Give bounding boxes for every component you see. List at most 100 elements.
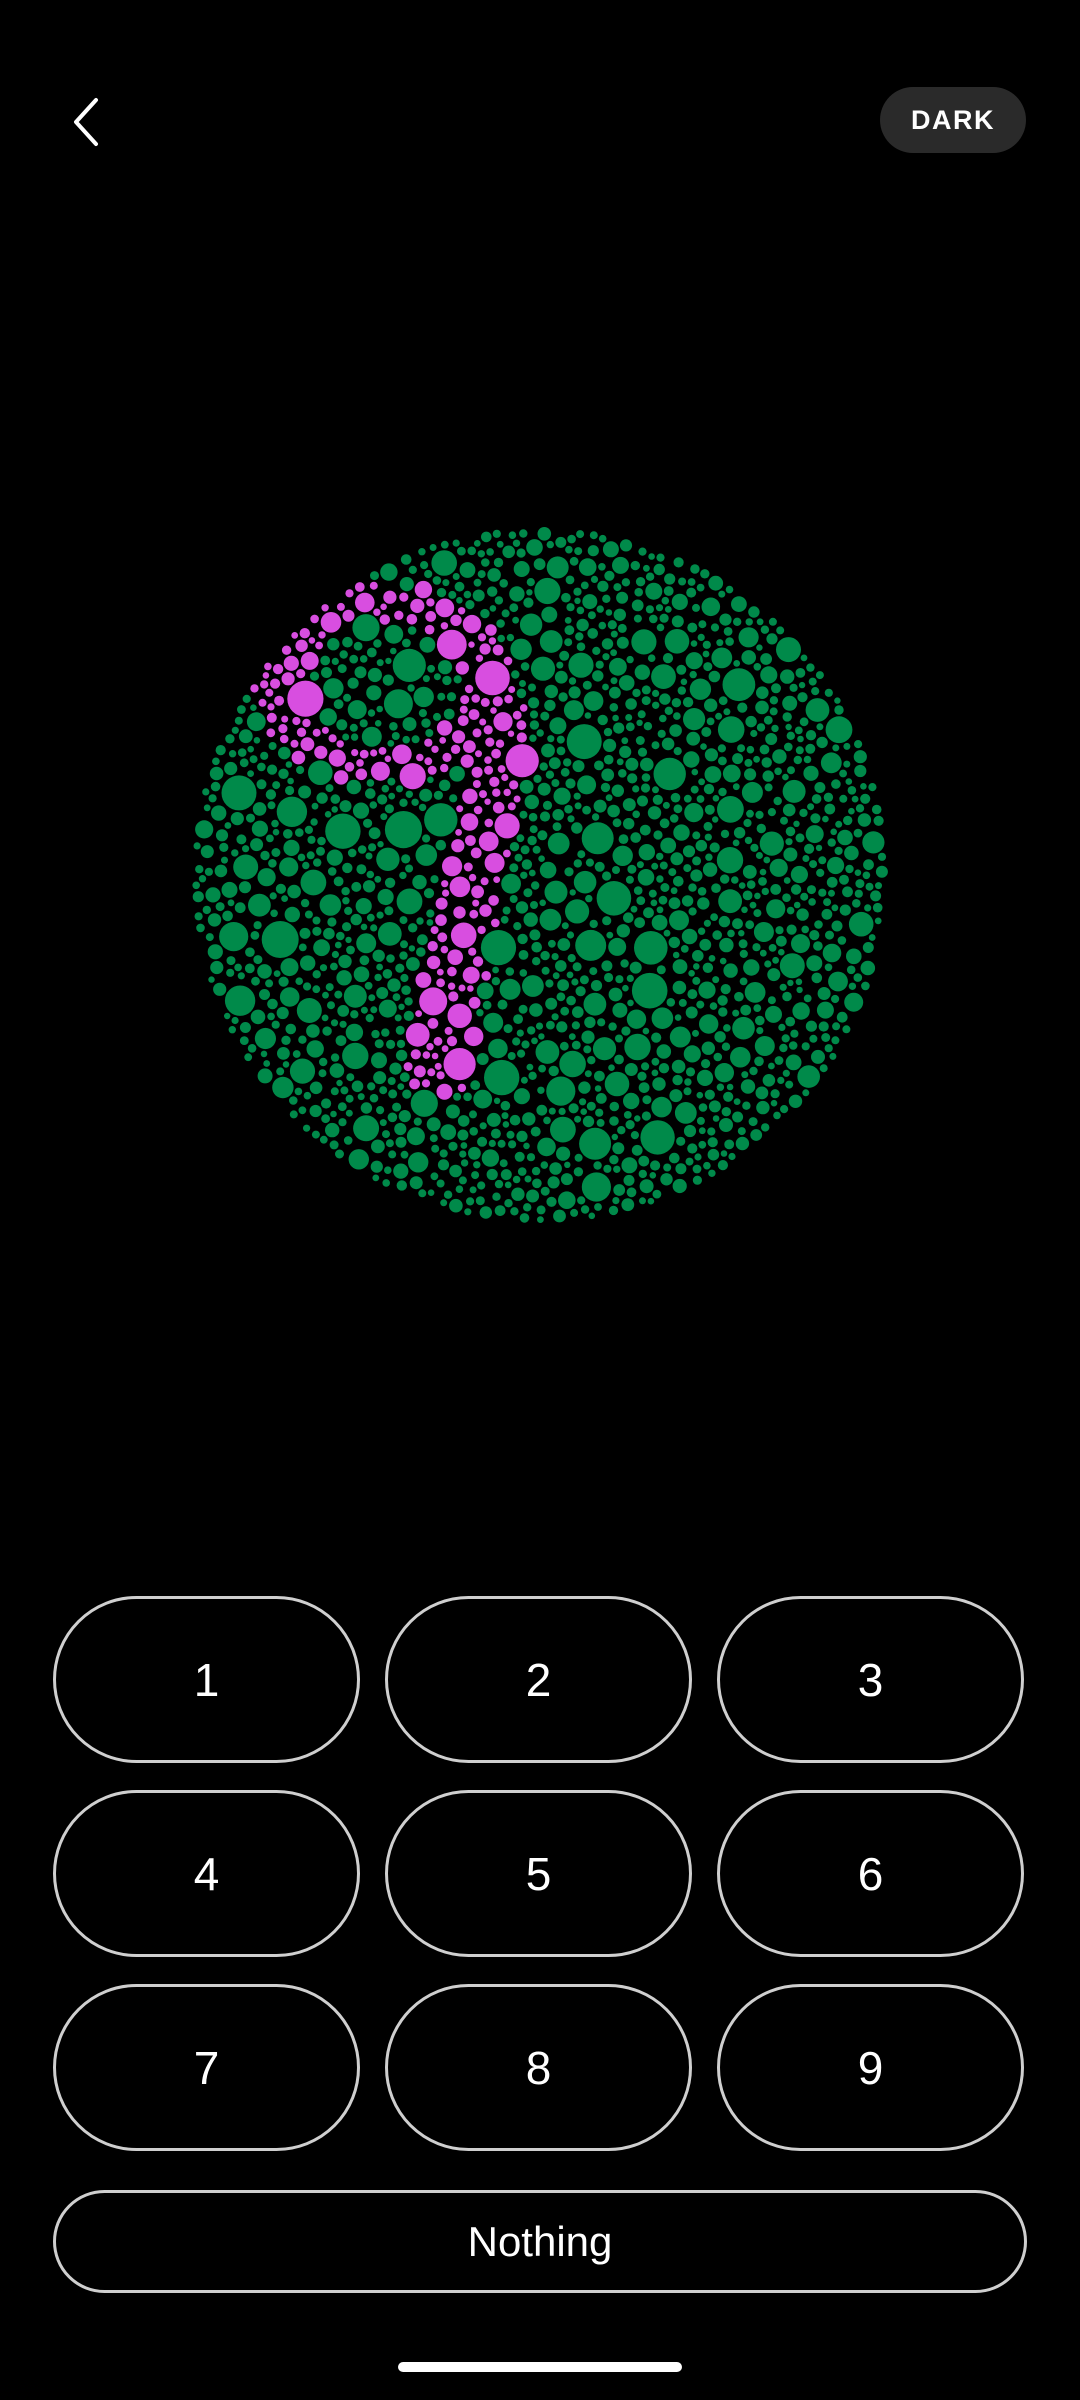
background-dot [669,1026,691,1048]
background-dot [596,605,604,613]
background-dot [463,590,472,599]
background-dot [687,989,698,1000]
background-dot [207,944,223,960]
background-dot [410,1089,438,1117]
background-dot [471,1171,480,1180]
background-dot [632,785,640,793]
background-dot [296,998,322,1023]
answer-button-1[interactable]: 1 [53,1596,360,1763]
background-dot [572,962,582,972]
background-dot [652,689,660,697]
figure-dot [405,1022,430,1047]
background-dot [770,884,782,895]
background-dot [696,583,705,592]
background-dot [310,818,318,826]
background-dot [818,888,827,897]
answer-button-9[interactable]: 9 [717,1984,1024,2151]
background-dot [708,955,716,962]
background-dot [346,779,362,795]
background-dot [449,1164,462,1178]
answer-button-5[interactable]: 5 [385,1790,692,1957]
background-dot [330,1110,337,1118]
figure-dot [501,773,509,782]
background-dot [855,804,865,813]
figure-dot [513,795,521,803]
background-dot [399,1072,410,1083]
background-dot [741,781,763,803]
background-dot [645,572,655,581]
background-dot [805,730,817,741]
figure-dot [497,765,506,773]
figure-dot [483,725,493,735]
background-dot [669,1089,683,1103]
background-dot [848,982,857,990]
background-dot [285,785,295,796]
answer-button-3[interactable]: 3 [717,1596,1024,1763]
background-dot [260,1050,268,1058]
background-dot [692,1164,702,1174]
background-dot [592,646,601,655]
background-dot [712,930,722,940]
background-dot [753,909,762,918]
background-dot [392,648,426,682]
theme-toggle-button[interactable]: DARK [880,87,1026,153]
figure-dot [446,1036,458,1047]
background-dot [698,1140,707,1149]
background-dot [536,729,544,737]
background-dot [502,1121,510,1128]
answer-button-2[interactable]: 2 [385,1596,692,1763]
background-dot [669,814,679,823]
background-dot [527,1026,536,1035]
background-dot [756,823,766,834]
background-dot [363,818,373,828]
figure-dot [494,813,520,839]
background-dot [723,708,731,716]
answer-button-4[interactable]: 4 [53,1790,360,1957]
figure-dot [464,1026,484,1047]
background-dot [651,664,676,689]
background-dot [863,859,874,871]
background-dot [877,852,887,861]
background-dot [719,937,734,953]
figure-dot [444,1026,453,1035]
figure-dot [491,748,501,759]
background-dot [244,1053,253,1062]
background-dot [693,963,700,970]
background-dot [281,895,288,902]
figure-dot [373,608,381,616]
background-dot [551,779,560,787]
background-dot [816,1001,834,1019]
background-dot [718,787,727,797]
background-dot [659,818,670,829]
background-dot [359,955,370,966]
background-dot [609,686,621,699]
nothing-button[interactable]: Nothing [53,2190,1027,2293]
background-dot [204,867,213,876]
background-dot [805,743,816,754]
background-dot [540,1186,550,1196]
background-dot [370,571,379,581]
background-dot [643,564,650,572]
background-dot [704,804,715,815]
background-dot [600,782,611,793]
background-dot [710,913,718,921]
background-dot [670,852,684,866]
answer-button-6[interactable]: 6 [717,1790,1024,1957]
background-dot [306,1040,324,1058]
background-dot [345,1023,364,1042]
background-dot [653,563,665,576]
answer-button-8[interactable]: 8 [385,1984,692,2151]
background-dot [613,1184,626,1196]
background-dot [282,1061,290,1068]
figure-dot [399,592,409,602]
background-dot [353,1115,380,1142]
background-dot [259,989,270,1000]
answer-button-7[interactable]: 7 [53,1984,360,2151]
back-button[interactable] [44,72,132,172]
figure-dot [481,971,492,981]
background-dot [637,795,648,807]
background-dot [296,765,305,775]
background-dot [224,761,238,776]
background-dot [508,531,517,539]
background-dot [843,815,853,826]
